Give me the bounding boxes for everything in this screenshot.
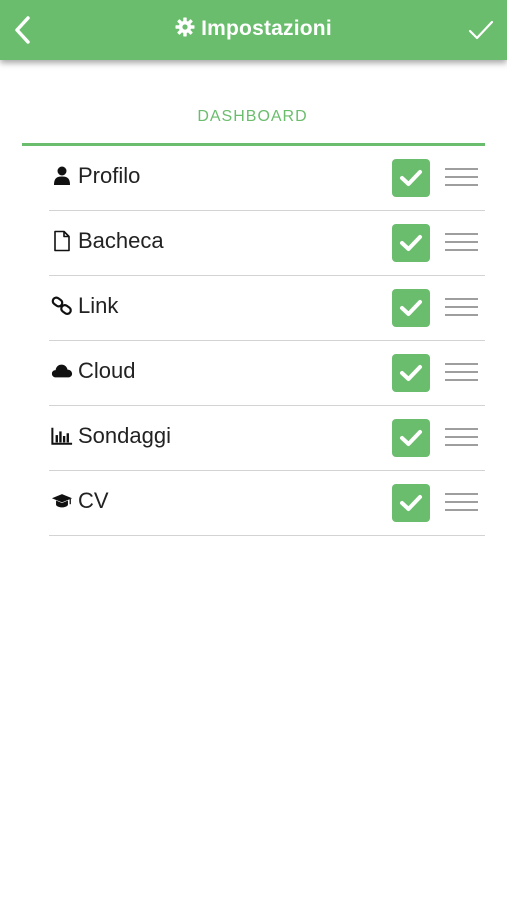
drag-handle[interactable] <box>445 233 478 253</box>
checkmark-icon <box>400 365 422 381</box>
enable-checkbox[interactable] <box>392 159 430 197</box>
list-item-link: Link <box>49 276 485 341</box>
list-item-profilo: Profilo <box>49 146 485 211</box>
drag-handle[interactable] <box>445 298 478 318</box>
list-item-bacheca: Bacheca <box>49 211 485 276</box>
tab-dashboard-label: DASHBOARD <box>197 108 308 125</box>
drag-handle[interactable] <box>445 363 478 383</box>
list-item-label: Bacheca <box>78 228 164 253</box>
checkmark-icon <box>400 300 422 316</box>
checkmark-icon <box>468 20 494 40</box>
tab-dashboard[interactable]: DASHBOARD <box>22 96 485 146</box>
gear-icon <box>175 17 195 37</box>
enable-checkbox[interactable] <box>392 224 430 262</box>
list-item-cloud: Cloud <box>49 341 485 406</box>
dashboard-items-list: Profilo Bacheca Link Cloud Sondaggi CV <box>49 146 485 536</box>
list-item-cv: CV <box>49 471 485 536</box>
checkmark-icon <box>400 170 422 186</box>
drag-handle[interactable] <box>445 428 478 448</box>
enable-checkbox[interactable] <box>392 354 430 392</box>
page-title: Impostazioni <box>201 17 332 40</box>
enable-checkbox[interactable] <box>392 484 430 522</box>
graduation-cap-icon <box>51 491 73 511</box>
list-item-label: CV <box>78 488 109 513</box>
page-title-wrapper: Impostazioni <box>0 0 507 58</box>
cloud-icon <box>51 361 73 381</box>
checkmark-icon <box>400 495 422 511</box>
bar-chart-icon <box>51 426 73 446</box>
confirm-button[interactable] <box>463 12 499 48</box>
list-item-label: Link <box>78 293 119 318</box>
list-item-label: Profilo <box>78 163 141 188</box>
enable-checkbox[interactable] <box>392 419 430 457</box>
drag-handle[interactable] <box>445 168 478 188</box>
app-bar: Impostazioni <box>0 0 507 60</box>
link-icon <box>51 296 73 316</box>
list-item-sondaggi: Sondaggi <box>49 406 485 471</box>
checkmark-icon <box>400 235 422 251</box>
checkmark-icon <box>400 430 422 446</box>
file-icon <box>51 230 73 252</box>
user-icon <box>51 166 73 186</box>
enable-checkbox[interactable] <box>392 289 430 327</box>
list-item-label: Cloud <box>78 358 136 383</box>
drag-handle[interactable] <box>445 493 478 513</box>
list-item-label: Sondaggi <box>78 423 171 448</box>
